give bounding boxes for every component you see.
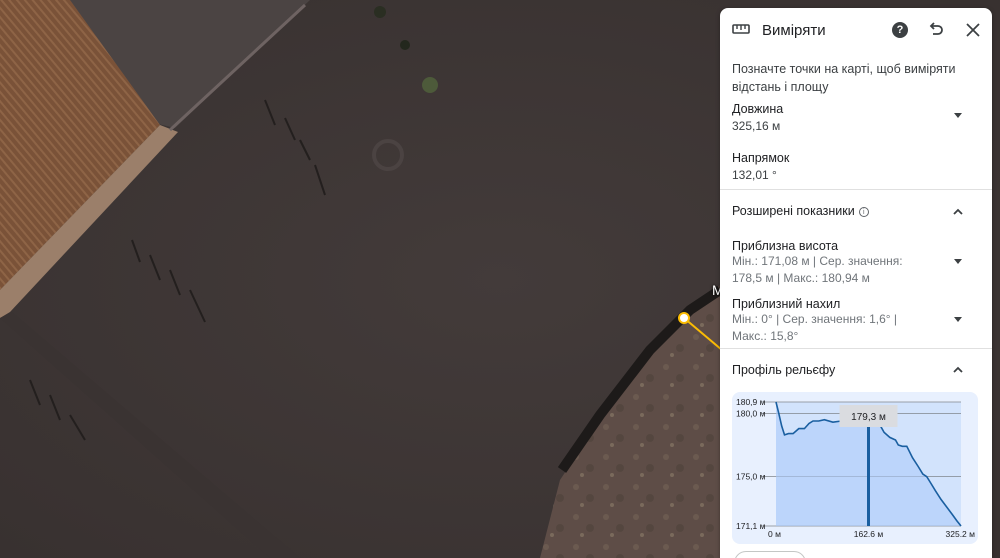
slope-dropdown-icon[interactable] xyxy=(954,317,962,322)
length-unit-dropdown-icon[interactable] xyxy=(954,113,962,118)
elevation-label: Приблизна висота xyxy=(732,239,839,253)
elevation-value: Мін.: 171,08 м | Сер. значення: 178,5 м … xyxy=(732,254,903,285)
advanced-section-label: Розширені показники xyxy=(732,204,855,218)
chevron-up-icon[interactable] xyxy=(952,206,964,218)
advanced-section-title[interactable]: Розширені показники i xyxy=(732,204,869,218)
length-label: Довжина xyxy=(732,102,784,116)
y-tick-label: 175,0 м xyxy=(736,472,766,482)
question-mark-icon[interactable]: ? xyxy=(892,22,908,38)
measure-hint: Позначте точки на карті, щоб виміряти ві… xyxy=(732,62,956,94)
direction-value: 132,01 ° xyxy=(732,168,777,182)
x-tick-label: 325.2 м xyxy=(946,529,976,539)
y-tick-label: 180,9 м xyxy=(736,397,766,407)
measure-panel: Виміряти ? Позначте точки на карті, щоб … xyxy=(720,8,992,558)
ruler-icon xyxy=(732,24,750,34)
y-tick-label: 171,1 м xyxy=(736,521,766,531)
terrain-profile-svg[interactable]: 180,9 м180,0 м 175,0 м 171,1 м 179,3 м 0 м 16… xyxy=(732,392,978,544)
x-tick-label: 0 м xyxy=(768,529,781,539)
divider xyxy=(720,348,992,349)
undo-icon[interactable] xyxy=(927,21,945,39)
divider xyxy=(720,189,992,190)
direction-label: Напрямок xyxy=(732,151,790,165)
info-icon[interactable]: i xyxy=(858,207,869,217)
close-icon[interactable] xyxy=(964,21,982,39)
terrain-profile-chart[interactable]: 180,9 м 180,0 м 175,0 м 171,1 м 179,3 м 0 м 16… xyxy=(732,392,978,544)
slope-label: Приблизний нахил xyxy=(732,297,841,311)
slope-value: Мін.: 0° | Сер. значення: 1,6° | Макс.: … xyxy=(732,312,898,343)
panel-title: Виміряти xyxy=(762,22,826,39)
terrain-profile-title[interactable]: Профіль рельєфу xyxy=(732,363,835,377)
panel-bottom-button[interactable] xyxy=(734,551,806,558)
x-tick-label: 162.6 м xyxy=(854,529,884,539)
panel-header: Виміряти ? xyxy=(720,8,992,52)
measure-point xyxy=(678,312,690,324)
length-value: 325,16 м xyxy=(732,119,781,133)
cursor-tooltip-label: 179,3 м xyxy=(851,412,886,423)
y-tick-label: 180,0 м xyxy=(736,408,766,418)
elevation-dropdown-icon[interactable] xyxy=(954,259,962,264)
chevron-up-icon[interactable] xyxy=(952,364,964,376)
